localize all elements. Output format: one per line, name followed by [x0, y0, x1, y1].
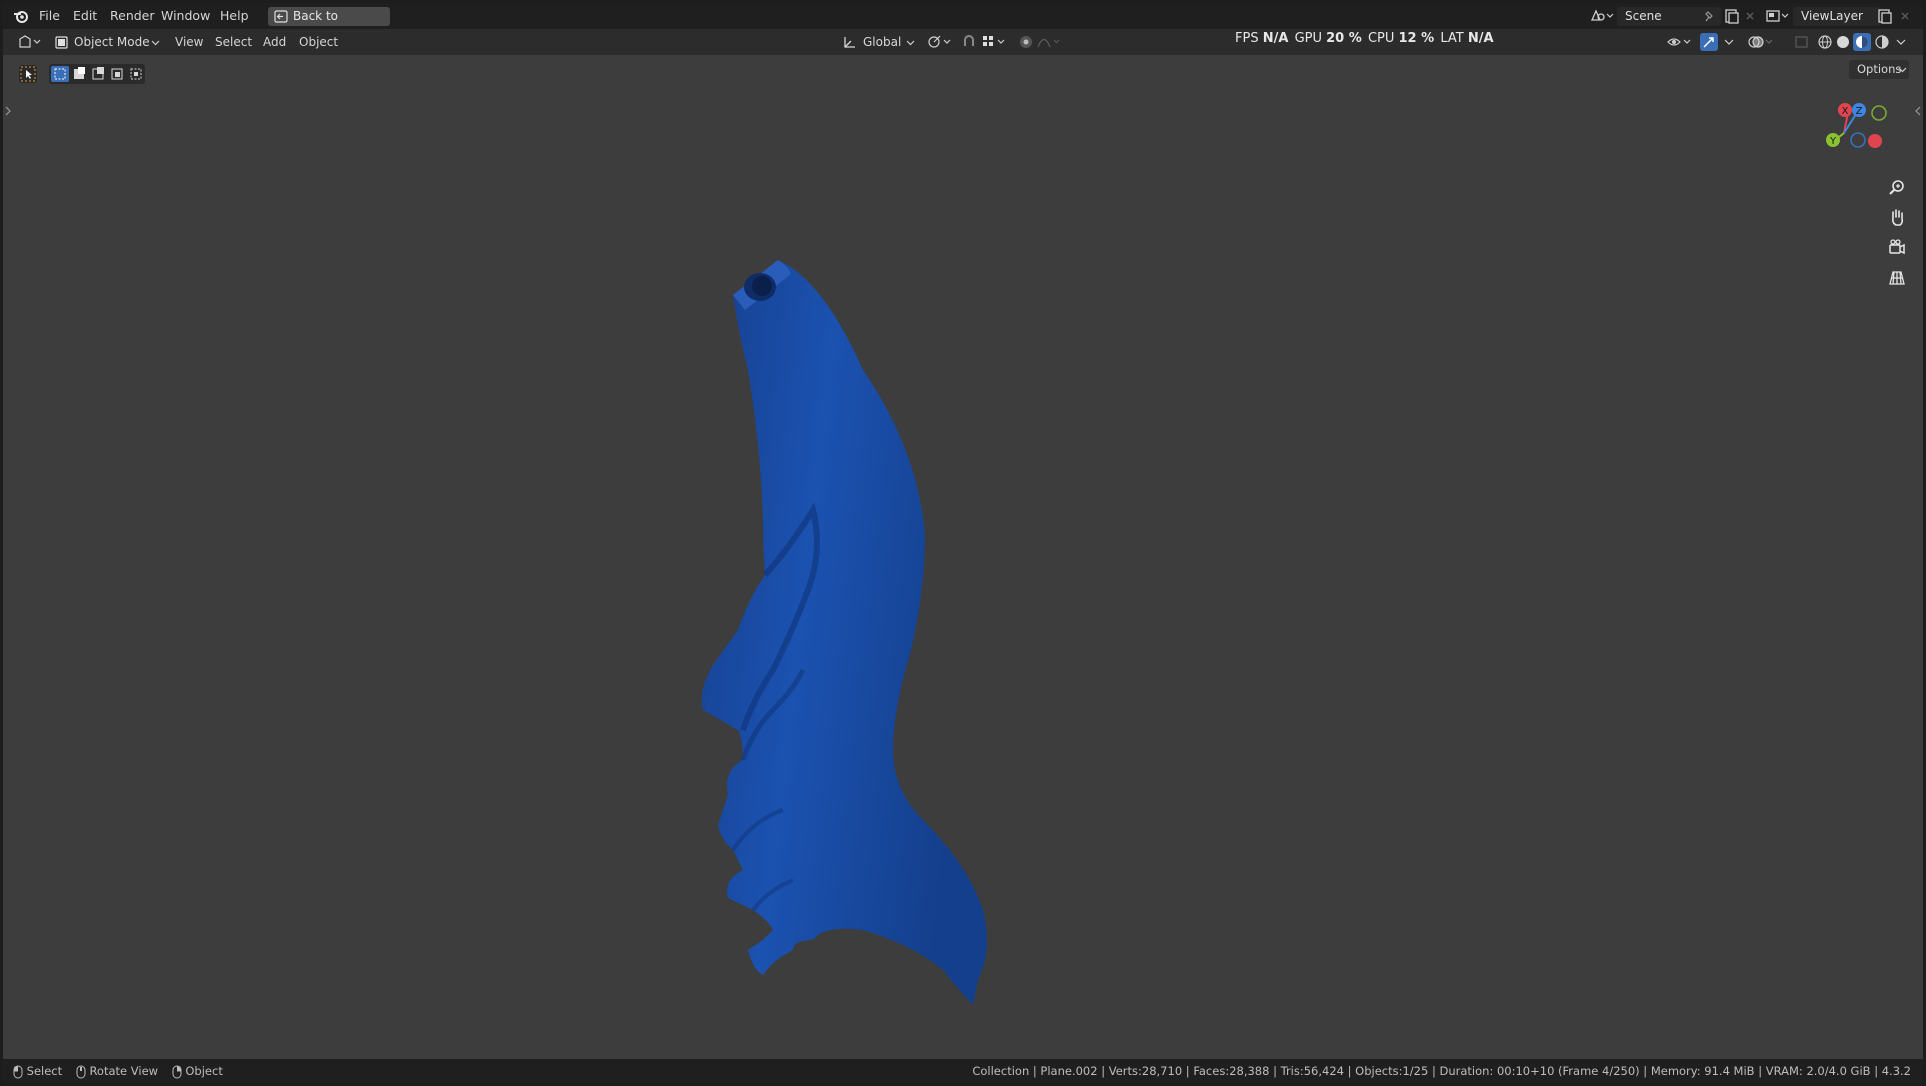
select-tool-icon[interactable] — [19, 65, 37, 83]
gizmo-icon[interactable] — [1700, 33, 1718, 51]
selection-mode-group — [49, 64, 145, 84]
snap-icon[interactable] — [961, 34, 977, 54]
lat-value: N/A — [1467, 31, 1494, 46]
viewport-header: Object Mode View Select Add Object Globa… — [3, 29, 1923, 55]
solid-shading-icon[interactable] — [1835, 34, 1851, 54]
menu-edit[interactable]: Edit — [73, 3, 97, 29]
hint-object: Object — [185, 1064, 223, 1078]
fps-label: FPS — [1235, 31, 1259, 46]
transform-orientation-label: Global — [863, 35, 902, 49]
toolbar-expand-icon[interactable] — [5, 101, 11, 120]
view-layer-selector[interactable]: ViewLayer — [1793, 7, 1881, 26]
scene-selector[interactable]: Scene — [1617, 7, 1721, 26]
hint-select: Select — [26, 1064, 63, 1078]
overlay-icon[interactable] — [1747, 34, 1775, 54]
gizmo-dropdown-icon[interactable] — [1723, 34, 1735, 54]
header-menu-add[interactable]: Add — [263, 29, 286, 55]
options-label: Options — [1857, 62, 1902, 76]
header-menu-view[interactable]: View — [175, 29, 203, 55]
lat-label: LAT — [1440, 31, 1464, 46]
gizmo-x-label: X — [1842, 106, 1849, 117]
rendered-shading-icon[interactable] — [1874, 34, 1890, 54]
gpu-label: GPU — [1294, 31, 1322, 46]
gizmo-y-label: Y — [1829, 136, 1837, 147]
header-menu-select[interactable]: Select — [215, 29, 252, 55]
scene-icon[interactable] — [1589, 8, 1615, 28]
camera-view-icon[interactable] — [1885, 236, 1909, 260]
header-menu-object[interactable]: Object — [299, 29, 338, 55]
mouse-right-icon — [172, 1065, 182, 1078]
pivot-icon[interactable] — [926, 34, 954, 54]
object-mode-label: Object Mode — [74, 35, 150, 49]
blender-window: File Edit Render Window Help Back to Pre… — [3, 3, 1923, 1083]
snap-increment-icon[interactable] — [981, 34, 1009, 54]
visibility-icon[interactable] — [1666, 34, 1694, 54]
navigation-gizmo[interactable]: X Z Y — [1821, 99, 1903, 165]
hint-rotate-view: Rotate View — [89, 1064, 159, 1078]
new-scene-icon[interactable] — [1723, 8, 1739, 28]
status-bar: Select Rotate View Object Collection | P… — [3, 1059, 1923, 1083]
scene-name: Scene — [1625, 9, 1662, 23]
view-layer-name: ViewLayer — [1801, 9, 1863, 23]
status-hints: Select Rotate View Object — [13, 1059, 223, 1083]
editor-type-icon[interactable] — [17, 34, 43, 54]
gizmo-z-label: Z — [1856, 106, 1863, 117]
cpu-label: CPU — [1367, 31, 1395, 46]
delete-icon[interactable] — [1744, 8, 1756, 28]
back-to-previous-button[interactable]: Back to Previous — [268, 7, 390, 42]
menu-window[interactable]: Window — [161, 3, 210, 29]
blue-3d-model[interactable] — [693, 250, 1113, 1050]
pan-hand-icon[interactable] — [1885, 206, 1909, 230]
options-dropdown[interactable]: Options — [1849, 60, 1909, 79]
performance-stats: FPS N/A GPU 20 % CPU 12 % LAT N/A — [1235, 29, 1494, 49]
shading-dropdown-icon[interactable] — [1895, 34, 1907, 54]
view-layer-icon[interactable] — [1765, 8, 1791, 28]
menu-file[interactable]: File — [39, 3, 60, 29]
3d-viewport[interactable]: Options X Z Y — [3, 55, 1923, 1059]
gpu-value: 20 % — [1326, 31, 1362, 46]
mouse-left-icon — [13, 1065, 23, 1078]
cpu-value: 12 % — [1398, 31, 1435, 46]
proportional-edit-icon[interactable] — [1018, 34, 1062, 54]
wireframe-shading-icon[interactable] — [1817, 34, 1833, 54]
blender-logo-icon[interactable] — [12, 3, 30, 29]
back-arrow-icon — [274, 10, 288, 23]
chevron-down-icon — [151, 40, 160, 46]
object-mode-icon — [55, 36, 68, 49]
fps-value: N/A — [1262, 31, 1289, 46]
new-view-layer-icon[interactable] — [1876, 8, 1892, 28]
menu-help[interactable]: Help — [220, 3, 249, 29]
object-mode-dropdown[interactable]: Object Mode — [55, 33, 161, 52]
material-shading-icon[interactable] — [1853, 33, 1871, 51]
top-menu-bar: File Edit Render Window Help Back to Pre… — [3, 3, 1923, 42]
grid-view-icon[interactable] — [1885, 266, 1909, 290]
sidebar-expand-icon[interactable] — [1915, 101, 1921, 120]
transform-orientation-icon — [844, 37, 855, 48]
scene-statistics: Collection | Plane.002 | Verts:28,710 | … — [972, 1064, 1911, 1078]
xray-icon[interactable] — [1794, 34, 1810, 54]
zoom-icon[interactable] — [1885, 176, 1909, 200]
delete-view-layer-icon[interactable] — [1899, 8, 1911, 28]
menu-render[interactable]: Render — [110, 3, 155, 29]
transform-orientation-dropdown[interactable]: Global — [843, 33, 915, 52]
mouse-middle-icon — [76, 1065, 86, 1078]
